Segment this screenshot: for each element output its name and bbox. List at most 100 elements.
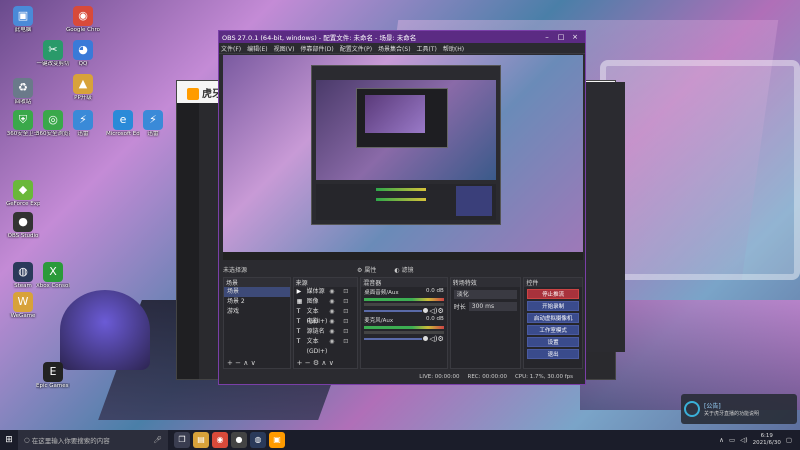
network-icon[interactable]: ▭ xyxy=(729,436,735,444)
visibility-icon[interactable]: ◉ xyxy=(329,317,343,327)
desktop-icon[interactable]: ⛨ 360安全卫士 xyxy=(6,110,40,138)
lock-icon[interactable]: ⊡ xyxy=(343,327,357,337)
menu-item[interactable]: 场景集合(S) xyxy=(378,44,411,53)
properties-button[interactable]: ⚙ 属性 xyxy=(357,265,376,274)
scene-item[interactable]: 场景 xyxy=(224,287,290,297)
lock-icon[interactable]: ⊡ xyxy=(343,317,357,327)
minimize-button[interactable]: – xyxy=(540,33,554,41)
obs-titlebar[interactable]: OBS 27.0.1 (64-bit, windows) - 配置文件: 未命名… xyxy=(219,31,585,43)
visibility-icon[interactable]: ◉ xyxy=(329,327,343,337)
scenes-dock-title: 场景 xyxy=(224,278,290,287)
desktop-icon[interactable]: ✂ 一键改变剪切 xyxy=(36,40,70,68)
desktop-icon[interactable]: ◕ QQ xyxy=(66,40,100,68)
slider-knob[interactable] xyxy=(423,308,429,313)
task-view-icon[interactable]: ❐ xyxy=(174,432,190,448)
control-button[interactable]: 设置 xyxy=(527,337,579,347)
gear-icon[interactable]: ⚙ xyxy=(437,307,443,315)
source-item[interactable]: T 文本 (GDI+) ◉ ⊡ xyxy=(294,307,358,325)
menu-item[interactable]: 视图(V) xyxy=(274,44,295,53)
source-item[interactable]: ▦ 图像 ◉ ⊡ xyxy=(294,297,358,307)
visibility-icon[interactable]: ◉ xyxy=(329,287,343,297)
visibility-icon[interactable]: ◉ xyxy=(329,337,343,347)
filters-button[interactable]: ◐ 滤镜 xyxy=(394,265,413,274)
desktop-icon[interactable]: XXbox Console Companion xyxy=(36,262,70,290)
source-item[interactable]: T 源链名 ◉ ⊡ xyxy=(294,327,358,337)
menu-item[interactable]: 帮助(H) xyxy=(443,44,464,53)
menu-item[interactable]: 配置文件(P) xyxy=(340,44,372,53)
clock[interactable]: 6:19 2021/6/30 xyxy=(753,433,781,447)
remove-source-button[interactable]: − xyxy=(305,359,311,367)
taskbar-search[interactable]: ○ 在这里输入你要搜索的内容 🎤︎ xyxy=(18,430,168,450)
microphone-icon[interactable]: 🎤︎ xyxy=(153,436,162,444)
control-button[interactable]: 开始录制 xyxy=(527,301,579,311)
desktop-icon[interactable]: EEpic Games Launcher xyxy=(36,362,70,390)
duration-input[interactable]: 300 ms xyxy=(468,302,518,311)
app-icon: e xyxy=(113,110,133,130)
control-button[interactable]: 工作室模式 xyxy=(527,325,579,335)
control-button[interactable]: 停止推流 xyxy=(527,289,579,299)
app-icon: E xyxy=(43,362,63,382)
scene-item[interactable]: 场景 2 xyxy=(224,297,290,307)
huya-icon[interactable]: ▣ xyxy=(269,432,285,448)
desktop-icon[interactable]: ● OBS Studio xyxy=(6,212,40,240)
visibility-icon[interactable]: ◉ xyxy=(329,297,343,307)
volume-icon[interactable]: ◁) xyxy=(740,436,748,444)
source-item[interactable]: T 文本 (GDI+) ◉ ⊡ xyxy=(294,337,358,355)
volume-slider[interactable]: ◁) ⚙ xyxy=(364,335,444,343)
lock-icon[interactable]: ⊡ xyxy=(343,307,357,317)
notifications-icon[interactable]: ▢ xyxy=(786,436,792,444)
desktop-icon[interactable]: W WeGame xyxy=(6,292,40,320)
control-button[interactable]: 启动虚拟摄像机 xyxy=(527,313,579,323)
desktop-icon[interactable]: ◉Google Chrome xyxy=(66,6,100,34)
source-settings-button[interactable]: ⚙ xyxy=(313,359,319,367)
move-up-button[interactable]: ∧ xyxy=(243,359,248,367)
add-scene-button[interactable]: + xyxy=(227,359,233,367)
menu-item[interactable]: 工具(T) xyxy=(417,44,437,53)
visibility-icon[interactable]: ◉ xyxy=(329,307,343,317)
source-item[interactable]: ▶ 媒体源 ◉ ⊡ xyxy=(294,287,358,297)
move-down-button[interactable]: ∨ xyxy=(329,359,334,367)
desktop-icon[interactable]: ♻ 回收站 xyxy=(6,78,40,106)
obs-preview[interactable] xyxy=(223,55,583,260)
transition-select[interactable]: 淡化 xyxy=(453,290,518,299)
menu-item[interactable]: 停靠部件(D) xyxy=(300,44,333,53)
desktop-icon[interactable]: ⚡ 迅雷 xyxy=(66,110,100,138)
show-hidden-icons-icon[interactable]: ∧ xyxy=(719,436,724,444)
slider-knob[interactable] xyxy=(423,336,429,341)
steam-icon[interactable]: ◍ xyxy=(250,432,266,448)
volume-slider[interactable]: ◁) ⚙ xyxy=(364,307,444,315)
menu-item[interactable]: 编辑(E) xyxy=(247,44,267,53)
desktop-icon[interactable]: ▲ PP升级 xyxy=(66,74,100,102)
control-button[interactable]: 退出 xyxy=(527,349,579,359)
scene-item[interactable]: 游戏 xyxy=(224,307,290,317)
menu-item[interactable]: 文件(F) xyxy=(221,44,241,53)
gear-icon[interactable]: ⚙ xyxy=(437,335,443,343)
scene-list: 场景 场景 2 游戏 xyxy=(224,287,290,317)
desktop-icon[interactable]: ◆GeForce Experience xyxy=(6,180,40,208)
lock-icon[interactable]: ⊡ xyxy=(343,337,357,347)
close-button[interactable]: × xyxy=(568,33,582,41)
speaker-icon[interactable]: ◁) xyxy=(429,307,437,315)
move-up-button[interactable]: ∧ xyxy=(321,359,326,367)
lock-icon[interactable]: ⊡ xyxy=(343,297,357,307)
desktop-icon[interactable]: eMicrosoft Edge xyxy=(106,110,140,138)
desktop-icon[interactable]: ▣ 此电脑 xyxy=(6,6,40,34)
desktop-icon[interactable]: ◍ Steam xyxy=(6,262,40,290)
explorer-icon[interactable]: ▤ xyxy=(193,432,209,448)
source-item[interactable]: T 电影 ◉ ⊡ xyxy=(294,317,358,327)
maximize-button[interactable]: □ xyxy=(554,33,568,41)
wallpaper-shape xyxy=(600,60,800,280)
notification-toast[interactable]: [公告] 关于虎牙直播的功能说明 xyxy=(681,394,797,424)
desktop-icon[interactable]: ⚡ 迅雷 xyxy=(136,110,170,138)
speaker-icon[interactable]: ◁) xyxy=(429,335,437,343)
obs-window[interactable]: OBS 27.0.1 (64-bit, windows) - 配置文件: 未命名… xyxy=(218,30,586,385)
chrome-icon[interactable]: ◉ xyxy=(212,432,228,448)
remove-scene-button[interactable]: − xyxy=(235,359,241,367)
desktop-icon[interactable]: ◎360安全浏览器 xyxy=(36,110,70,138)
obs-icon[interactable]: ● xyxy=(231,432,247,448)
add-source-button[interactable]: + xyxy=(297,359,303,367)
search-placeholder: 在这里输入你要搜索的内容 xyxy=(31,437,110,445)
move-down-button[interactable]: ∨ xyxy=(251,359,256,367)
lock-icon[interactable]: ⊡ xyxy=(343,287,357,297)
start-button[interactable]: ⊞ xyxy=(0,430,18,450)
